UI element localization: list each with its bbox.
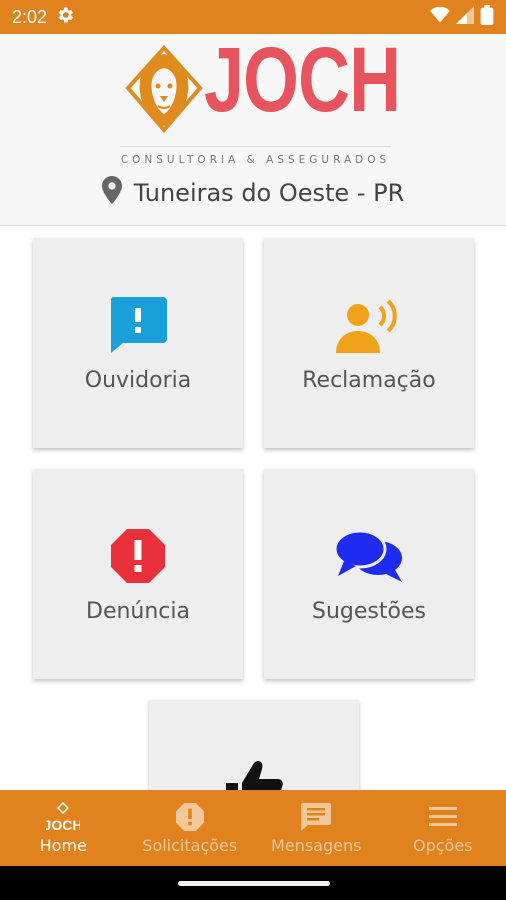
nav-solicitacoes[interactable]: Solicitações: [127, 790, 254, 866]
bottom-navigation: JOCH Home Solicitações Mensagens Opções: [0, 790, 506, 866]
alert-octagon-icon: [111, 525, 165, 587]
battery-icon: [480, 4, 494, 30]
settings-icon: [55, 5, 75, 30]
home-gesture-handle[interactable]: [178, 881, 330, 886]
nav-home[interactable]: JOCH Home: [0, 790, 127, 866]
alert-octagon-icon: [175, 802, 204, 832]
logo-subtitle: CONSULTORIA & ASSEGURADOS: [120, 154, 391, 166]
tile-label: Sugestões: [312, 599, 426, 624]
location-pin-icon: [101, 176, 122, 210]
tile-label: Reclamação: [302, 368, 436, 393]
nav-opcoes[interactable]: Opções: [380, 790, 506, 866]
tile-label: Ouvidoria: [84, 368, 192, 393]
tile-sugestoes[interactable]: Sugestões: [264, 469, 474, 679]
nav-mensagens[interactable]: Mensagens: [253, 790, 380, 866]
tile-ouvidoria[interactable]: Ouvidoria: [33, 238, 243, 448]
svg-text:JOCH: JOCH: [46, 817, 80, 832]
signal-icon: [456, 5, 474, 29]
menu-icon: [428, 802, 457, 832]
system-gesture-bar: [0, 866, 506, 900]
tile-denuncia[interactable]: Denúncia: [33, 469, 243, 679]
tile-reclamacao[interactable]: Reclamação: [264, 238, 474, 448]
joch-logo-icon: JOCH: [46, 802, 80, 832]
tile-label: Denúncia: [86, 599, 190, 624]
nav-label: Solicitações: [142, 836, 238, 855]
wifi-icon: [430, 6, 450, 29]
logo-word: JOCH: [204, 29, 401, 131]
chat-bubbles-icon: [334, 525, 404, 587]
ouvidoria-feedback-icon: [109, 294, 167, 356]
nav-label: Mensagens: [271, 836, 362, 855]
nav-label: Home: [39, 836, 87, 855]
location-label: Tuneiras do Oeste - PR: [133, 179, 405, 207]
joch-logo: JOCH CONSULTORIA & ASSEGURADOS: [118, 34, 401, 170]
lion-logo-icon: [125, 45, 203, 134]
location-row[interactable]: Tuneiras do Oeste - PR: [0, 176, 506, 210]
logo-divider: [120, 146, 391, 147]
nav-label: Opções: [412, 836, 473, 855]
status-time: 2:02: [12, 6, 48, 27]
phone-screen: 2:02 JOCH CONSULTORIA & ASSEGURADOS Tune…: [0, 0, 506, 900]
message-icon: [301, 802, 332, 832]
app-header: JOCH CONSULTORIA & ASSEGURADOS Tuneiras …: [0, 34, 506, 226]
person-speaking-icon: [336, 294, 402, 356]
status-icons: [430, 4, 494, 30]
